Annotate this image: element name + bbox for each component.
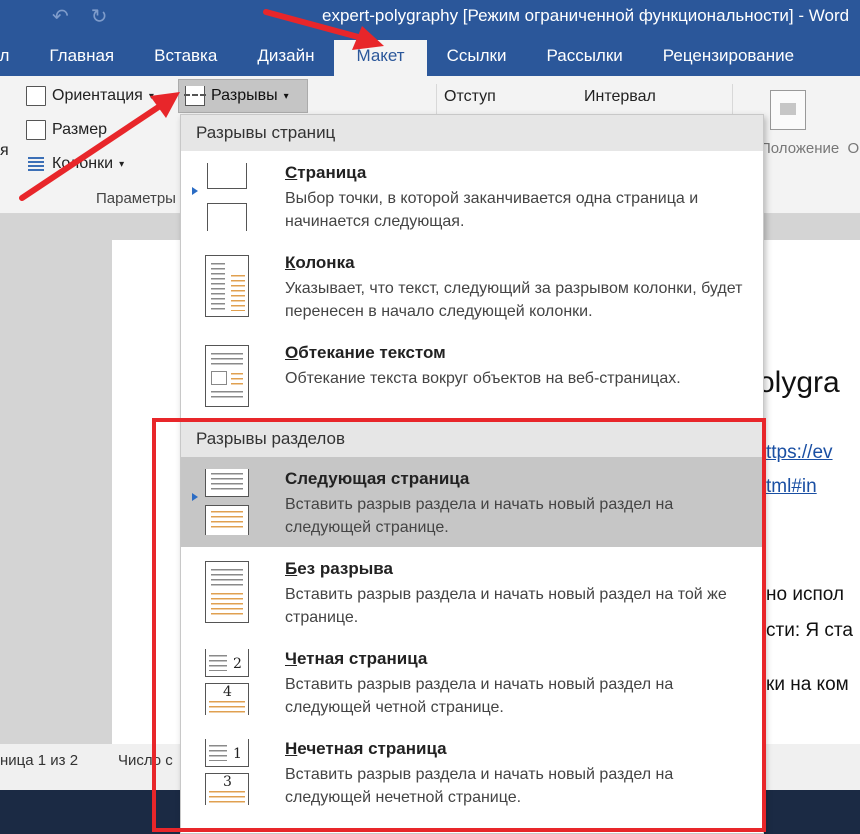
- annotation-arrows: [19, 9, 384, 201]
- arrow-to-layout-tab: [263, 9, 384, 50]
- arrow-to-breaks-button: [19, 92, 180, 201]
